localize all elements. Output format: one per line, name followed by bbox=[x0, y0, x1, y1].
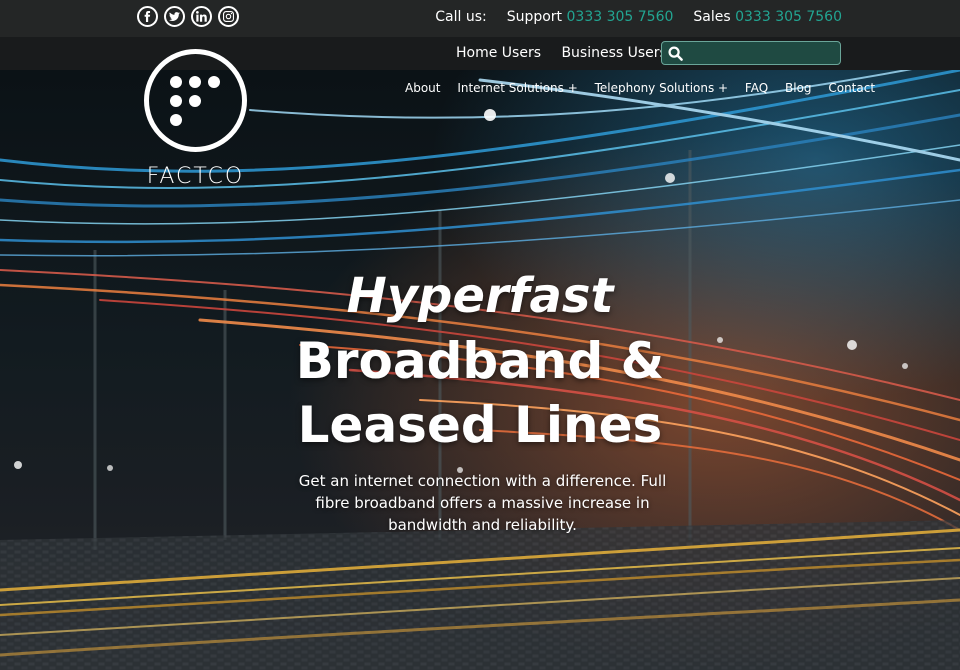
nav-faq[interactable]: FAQ bbox=[745, 81, 768, 95]
logo-text: FACTCO bbox=[146, 164, 245, 189]
hero-heading-italic: Hyperfast bbox=[346, 268, 614, 324]
business-users-link[interactable]: Business Users bbox=[561, 45, 666, 61]
instagram-icon[interactable] bbox=[218, 6, 239, 27]
support-label: Support bbox=[506, 9, 563, 25]
search-input[interactable] bbox=[688, 44, 840, 64]
top-bar: Call us: Support 0333 305 7560 Sales 0333 … bbox=[0, 0, 960, 37]
nav-contact[interactable]: Contact bbox=[828, 81, 875, 95]
linkedin-icon[interactable] bbox=[191, 6, 212, 27]
hero-lead-text: Get an internet connection with a differ… bbox=[298, 472, 667, 534]
logo-mark bbox=[144, 49, 247, 152]
main-nav: About Internet Solutions + Telephony Sol… bbox=[405, 81, 888, 95]
sales-label: Sales bbox=[693, 9, 731, 25]
sales-phone-link[interactable]: 0333 305 7560 bbox=[735, 9, 842, 25]
factco-logo[interactable]: FACTCO bbox=[144, 49, 247, 189]
support-phone-link[interactable]: 0333 305 7560 bbox=[567, 9, 674, 25]
hero-heading-line1: Broadband & bbox=[295, 332, 665, 390]
nav-telephony-solutions[interactable]: Telephony Solutions + bbox=[595, 81, 728, 95]
contact-info: Call us: Support 0333 305 7560 Sales 0333 … bbox=[435, 9, 842, 25]
twitter-icon[interactable] bbox=[164, 6, 185, 27]
nav-blog[interactable]: Blog bbox=[785, 81, 812, 95]
hero-heading-line2: Leased Lines bbox=[297, 396, 663, 454]
nav-about[interactable]: About bbox=[405, 81, 440, 95]
search-icon[interactable] bbox=[668, 46, 683, 61]
nav-internet-solutions[interactable]: Internet Solutions + bbox=[457, 81, 577, 95]
call-us-label: Call us: bbox=[435, 9, 487, 25]
facebook-icon[interactable] bbox=[137, 6, 158, 27]
search-box[interactable] bbox=[661, 41, 841, 65]
social-links bbox=[137, 6, 239, 27]
audience-nav: Home Users Business Users bbox=[456, 45, 683, 61]
home-users-link[interactable]: Home Users bbox=[456, 45, 541, 61]
